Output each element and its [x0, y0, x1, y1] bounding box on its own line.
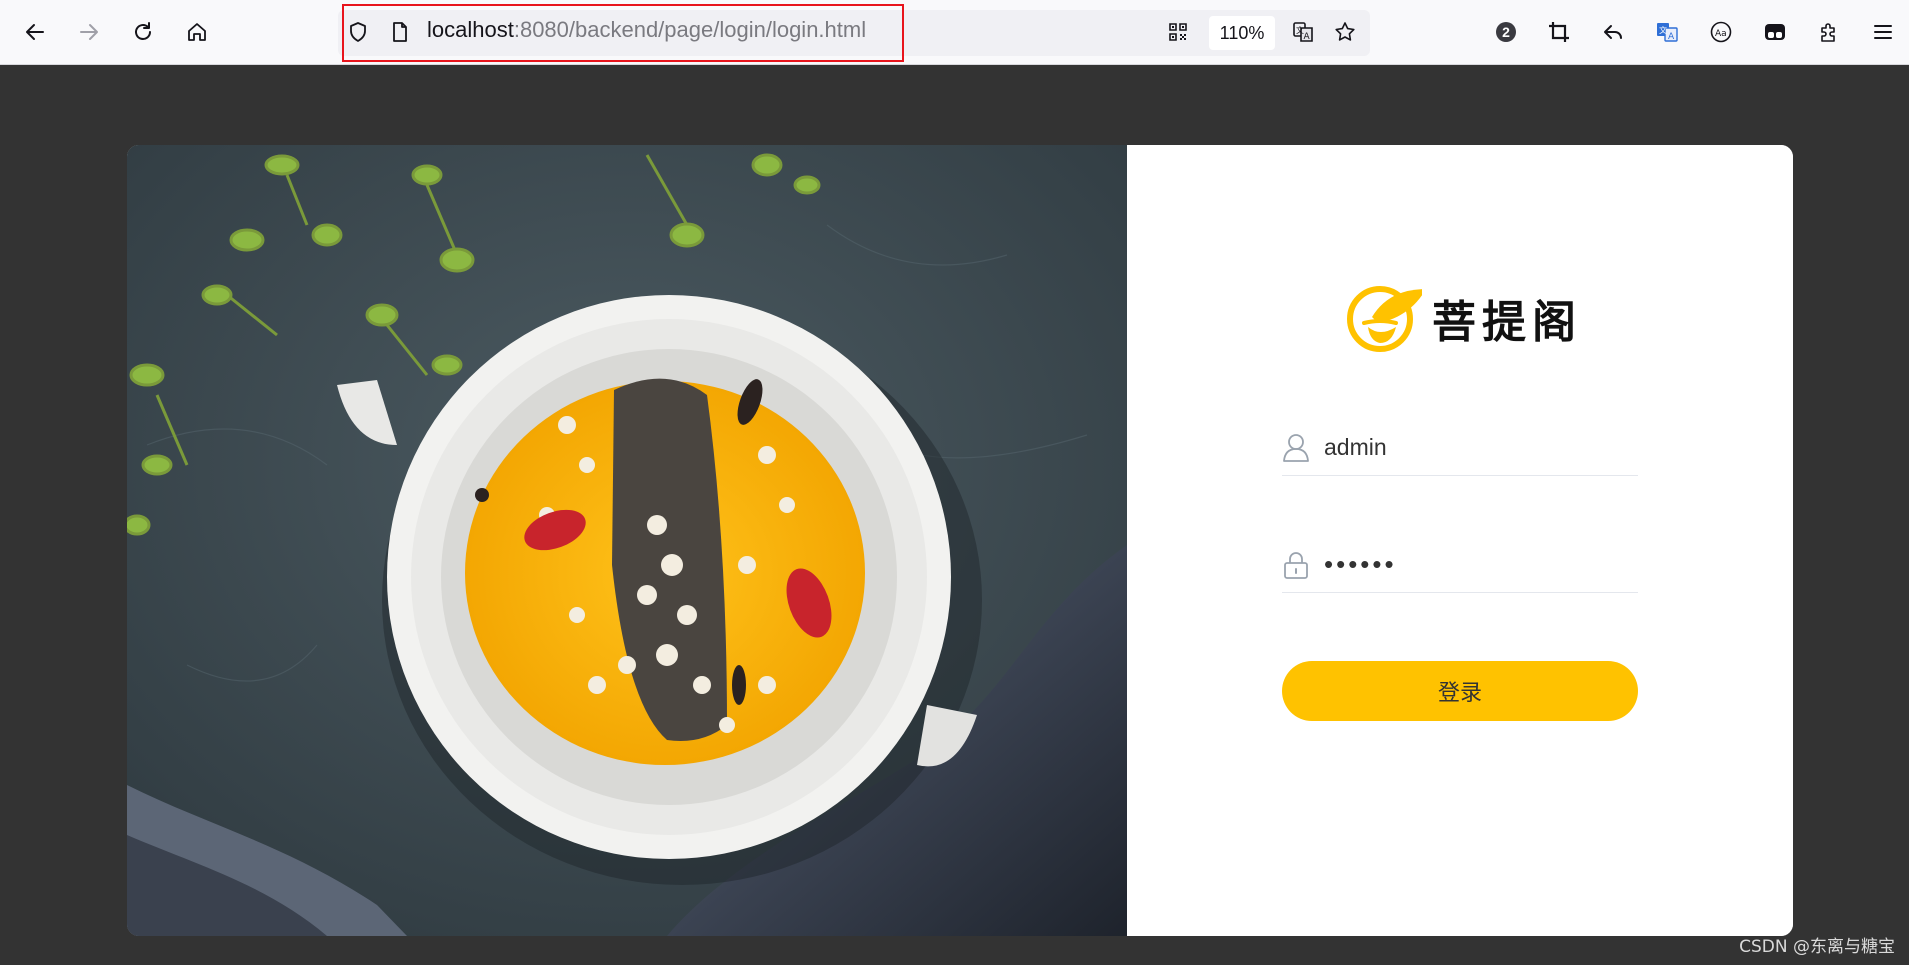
qr-code-button[interactable] — [1160, 14, 1196, 50]
password-field[interactable] — [1282, 540, 1638, 593]
arrow-right-icon — [80, 24, 98, 40]
username-input[interactable] — [1324, 427, 1624, 467]
page-info-button[interactable] — [382, 14, 418, 50]
translate-page-button[interactable]: 文A — [1285, 14, 1321, 50]
svg-text:文: 文 — [1659, 25, 1667, 35]
username-field[interactable] — [1282, 423, 1638, 476]
browser-toolbar: localhost:8080/backend/page/login/login.… — [0, 0, 1909, 65]
puzzle-piece-icon — [1821, 23, 1835, 42]
svg-text:Aa: Aa — [1715, 29, 1727, 39]
lock-icon — [1284, 552, 1308, 579]
tab-manager-button[interactable] — [1757, 14, 1793, 50]
qr-code-icon — [1169, 23, 1187, 41]
page-icon — [393, 22, 407, 42]
star-icon — [1335, 22, 1355, 41]
url-text[interactable]: localhost:8080/backend/page/login/login.… — [427, 17, 866, 43]
screenshot-crop-button[interactable] — [1541, 14, 1577, 50]
zoom-level-badge[interactable]: 110% — [1209, 16, 1275, 50]
bookmark-button[interactable] — [1327, 14, 1363, 50]
back-button[interactable] — [17, 14, 53, 50]
undo-arrow-icon — [1604, 25, 1622, 39]
menu-button[interactable] — [1865, 14, 1901, 50]
translator-extension-icon: 文A — [1657, 23, 1678, 42]
user-icon — [1283, 434, 1309, 462]
svg-text:A: A — [1304, 32, 1311, 42]
site-security-button[interactable] — [340, 14, 376, 50]
translator-extension-button[interactable]: 文A — [1649, 14, 1685, 50]
home-button[interactable] — [179, 14, 215, 50]
reload-icon — [135, 22, 151, 40]
tab-manager-icon — [1765, 24, 1785, 40]
font-aa-icon: Aa — [1710, 21, 1732, 43]
password-input[interactable] — [1324, 544, 1624, 584]
undo-close-button[interactable] — [1595, 14, 1631, 50]
forward-button[interactable] — [71, 14, 107, 50]
arrow-left-icon — [26, 24, 44, 40]
url-path: :8080/backend/page/login/login.html — [513, 17, 867, 42]
home-icon — [188, 23, 206, 41]
login-button[interactable]: 登录 — [1282, 661, 1638, 721]
brand-name: 菩提阁 — [1432, 297, 1582, 348]
watermark-text: CSDN @东离与糖宝 — [1739, 937, 1895, 957]
brand-logo: 菩提阁 — [1344, 278, 1584, 358]
reload-button[interactable] — [125, 14, 161, 50]
url-host: localhost — [427, 17, 514, 42]
svg-text:A: A — [1668, 32, 1675, 42]
soup-bowl-illustration — [127, 145, 1127, 936]
translate-icon: 文A — [1293, 22, 1313, 42]
login-card: 菩提阁 登录 — [127, 145, 1793, 936]
reader-font-button[interactable]: Aa — [1703, 14, 1739, 50]
extension-badge-button[interactable]: 2 — [1488, 14, 1524, 50]
hero-food-image — [127, 145, 1127, 936]
crop-icon — [1549, 22, 1569, 42]
extension-badge-count: 2 — [1502, 24, 1510, 40]
login-form-panel: 菩提阁 登录 — [1127, 145, 1793, 936]
bowl-leaf-logo-icon — [1347, 286, 1422, 352]
extensions-button[interactable] — [1811, 14, 1847, 50]
hamburger-menu-icon — [1874, 25, 1892, 39]
shield-icon — [350, 22, 366, 42]
